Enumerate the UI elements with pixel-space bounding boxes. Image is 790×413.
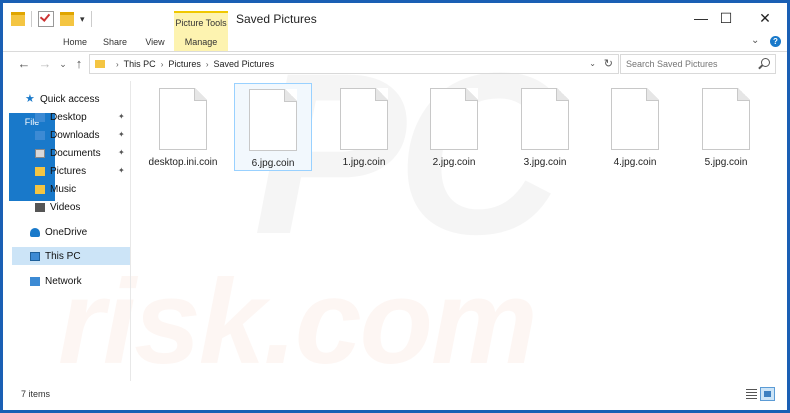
- chevron-right-icon[interactable]: ›: [116, 60, 119, 69]
- sidebar-item-videos[interactable]: Videos: [35, 198, 130, 216]
- pin-icon[interactable]: ✦: [118, 148, 125, 157]
- file-icon: [340, 88, 388, 150]
- file-icon: [611, 88, 659, 150]
- sidebar-item-label: Quick access: [40, 93, 100, 105]
- title-bar: ▾ Picture Tools Saved Pictures — ☐ ✕: [3, 3, 787, 35]
- close-button[interactable]: ✕: [750, 7, 780, 29]
- cloud-icon: [30, 227, 40, 237]
- sidebar-item-label: Videos: [50, 201, 81, 213]
- sidebar-item-quick-access[interactable]: ★ Quick access: [25, 90, 130, 108]
- explorer-window: PC risk.com ▾ Picture Tools Saved Pictur…: [3, 3, 787, 410]
- help-icon[interactable]: ?: [770, 36, 781, 47]
- downloads-icon: [35, 130, 45, 140]
- new-folder-icon[interactable]: [60, 12, 74, 26]
- file-icon: [521, 88, 569, 150]
- breadcrumb-this-pc[interactable]: This PC: [124, 59, 156, 69]
- sidebar-item-network[interactable]: Network: [30, 272, 130, 290]
- address-bar[interactable]: › This PC › Pictures › Saved Pictures ⌄ …: [89, 54, 619, 74]
- file-name: 2.jpg.coin: [432, 157, 476, 168]
- pane-divider[interactable]: [130, 81, 131, 381]
- recent-locations-button[interactable]: ⌄: [55, 56, 71, 72]
- sidebar-item-label: Desktop: [50, 111, 87, 123]
- window-title: Saved Pictures: [236, 12, 317, 26]
- tab-manage[interactable]: Manage: [174, 33, 228, 51]
- chevron-right-icon[interactable]: ›: [206, 60, 209, 69]
- sidebar-item-desktop[interactable]: Desktop: [35, 108, 130, 126]
- folder-icon: [11, 12, 25, 26]
- file-name: 5.jpg.coin: [704, 157, 748, 168]
- sidebar-item-onedrive[interactable]: OneDrive: [30, 223, 130, 241]
- maximize-button[interactable]: ☐: [711, 7, 741, 29]
- file-item[interactable]: desktop.ini.coin: [144, 83, 222, 171]
- music-icon: [35, 184, 45, 194]
- status-item-count: 7 items: [21, 389, 51, 399]
- file-name: 1.jpg.coin: [342, 157, 386, 168]
- file-icon: [430, 88, 478, 150]
- chevron-right-icon[interactable]: ›: [161, 60, 164, 69]
- file-item[interactable]: 2.jpg.coin: [415, 83, 493, 171]
- sidebar-item-label: Music: [50, 183, 77, 195]
- divider: [90, 11, 92, 27]
- refresh-icon[interactable]: ↻: [604, 57, 613, 70]
- breadcrumb-pictures[interactable]: Pictures: [168, 59, 201, 69]
- sidebar-item-music[interactable]: Music: [35, 180, 130, 198]
- file-icon: [159, 88, 207, 150]
- sidebar-item-documents[interactable]: Documents: [35, 144, 130, 162]
- details-view-icon[interactable]: [744, 387, 759, 401]
- desktop-icon: [35, 112, 45, 122]
- folder-icon: [95, 60, 105, 68]
- sidebar-item-pictures[interactable]: Pictures: [35, 162, 130, 180]
- tab-home[interactable]: Home: [57, 33, 93, 51]
- search-box[interactable]: [620, 54, 776, 74]
- pictures-icon: [35, 166, 45, 176]
- properties-icon[interactable]: [38, 11, 54, 27]
- divider: [31, 11, 32, 27]
- file-item[interactable]: 6.jpg.coin: [234, 83, 312, 171]
- tab-view[interactable]: View: [137, 33, 173, 51]
- ribbon-tabs: File Home Share View Manage ⌄ ?: [3, 33, 787, 201]
- navigation-bar: ← → ⌄ ↑ › This PC › Pictures › Saved Pic…: [3, 52, 787, 78]
- sidebar-item-downloads[interactable]: Downloads: [35, 126, 130, 144]
- sidebar-item-label: Network: [45, 275, 82, 287]
- search-icon[interactable]: [761, 58, 770, 67]
- file-item[interactable]: 3.jpg.coin: [506, 83, 584, 171]
- sidebar-item-this-pc[interactable]: This PC: [12, 247, 130, 265]
- file-item[interactable]: 1.jpg.coin: [325, 83, 403, 171]
- back-button[interactable]: ←: [16, 56, 32, 72]
- file-name: 4.jpg.coin: [613, 157, 657, 168]
- file-icon: [249, 89, 297, 151]
- chevron-down-icon[interactable]: ⌄: [751, 35, 759, 46]
- search-input[interactable]: [626, 56, 756, 72]
- tab-share[interactable]: Share: [97, 33, 133, 51]
- network-icon: [30, 276, 40, 286]
- sidebar-item-label: This PC: [45, 250, 81, 262]
- documents-icon: [35, 148, 45, 158]
- file-name: desktop.ini.coin: [148, 157, 218, 168]
- videos-icon: [35, 202, 45, 212]
- sidebar-item-label: Pictures: [50, 165, 87, 177]
- large-icons-view-icon[interactable]: [760, 387, 775, 401]
- forward-button[interactable]: →: [37, 56, 53, 72]
- breadcrumb-saved-pictures[interactable]: Saved Pictures: [214, 59, 275, 69]
- picture-tools-label: Picture Tools: [174, 11, 228, 35]
- pin-icon[interactable]: ✦: [118, 166, 125, 175]
- file-item[interactable]: 5.jpg.coin: [687, 83, 765, 171]
- sidebar-item-label: OneDrive: [45, 226, 88, 238]
- address-dropdown-icon[interactable]: ⌄: [589, 59, 596, 68]
- file-item[interactable]: 4.jpg.coin: [596, 83, 674, 171]
- quick-access-toolbar: ▾: [11, 11, 92, 27]
- file-name: 6.jpg.coin: [251, 158, 295, 169]
- navigation-pane: ★ Quick access Desktop ✦ Downloads ✦ Doc…: [3, 83, 130, 388]
- sidebar-item-label: Downloads: [50, 129, 100, 141]
- computer-icon: [30, 251, 40, 261]
- pin-icon[interactable]: ✦: [118, 130, 125, 139]
- up-button[interactable]: ↑: [71, 56, 87, 72]
- sidebar-item-label: Documents: [50, 147, 101, 159]
- file-name: 3.jpg.coin: [523, 157, 567, 168]
- star-icon: ★: [25, 92, 35, 105]
- file-icon: [702, 88, 750, 150]
- customize-toolbar-icon[interactable]: ▾: [80, 14, 85, 25]
- pin-icon[interactable]: ✦: [118, 112, 125, 121]
